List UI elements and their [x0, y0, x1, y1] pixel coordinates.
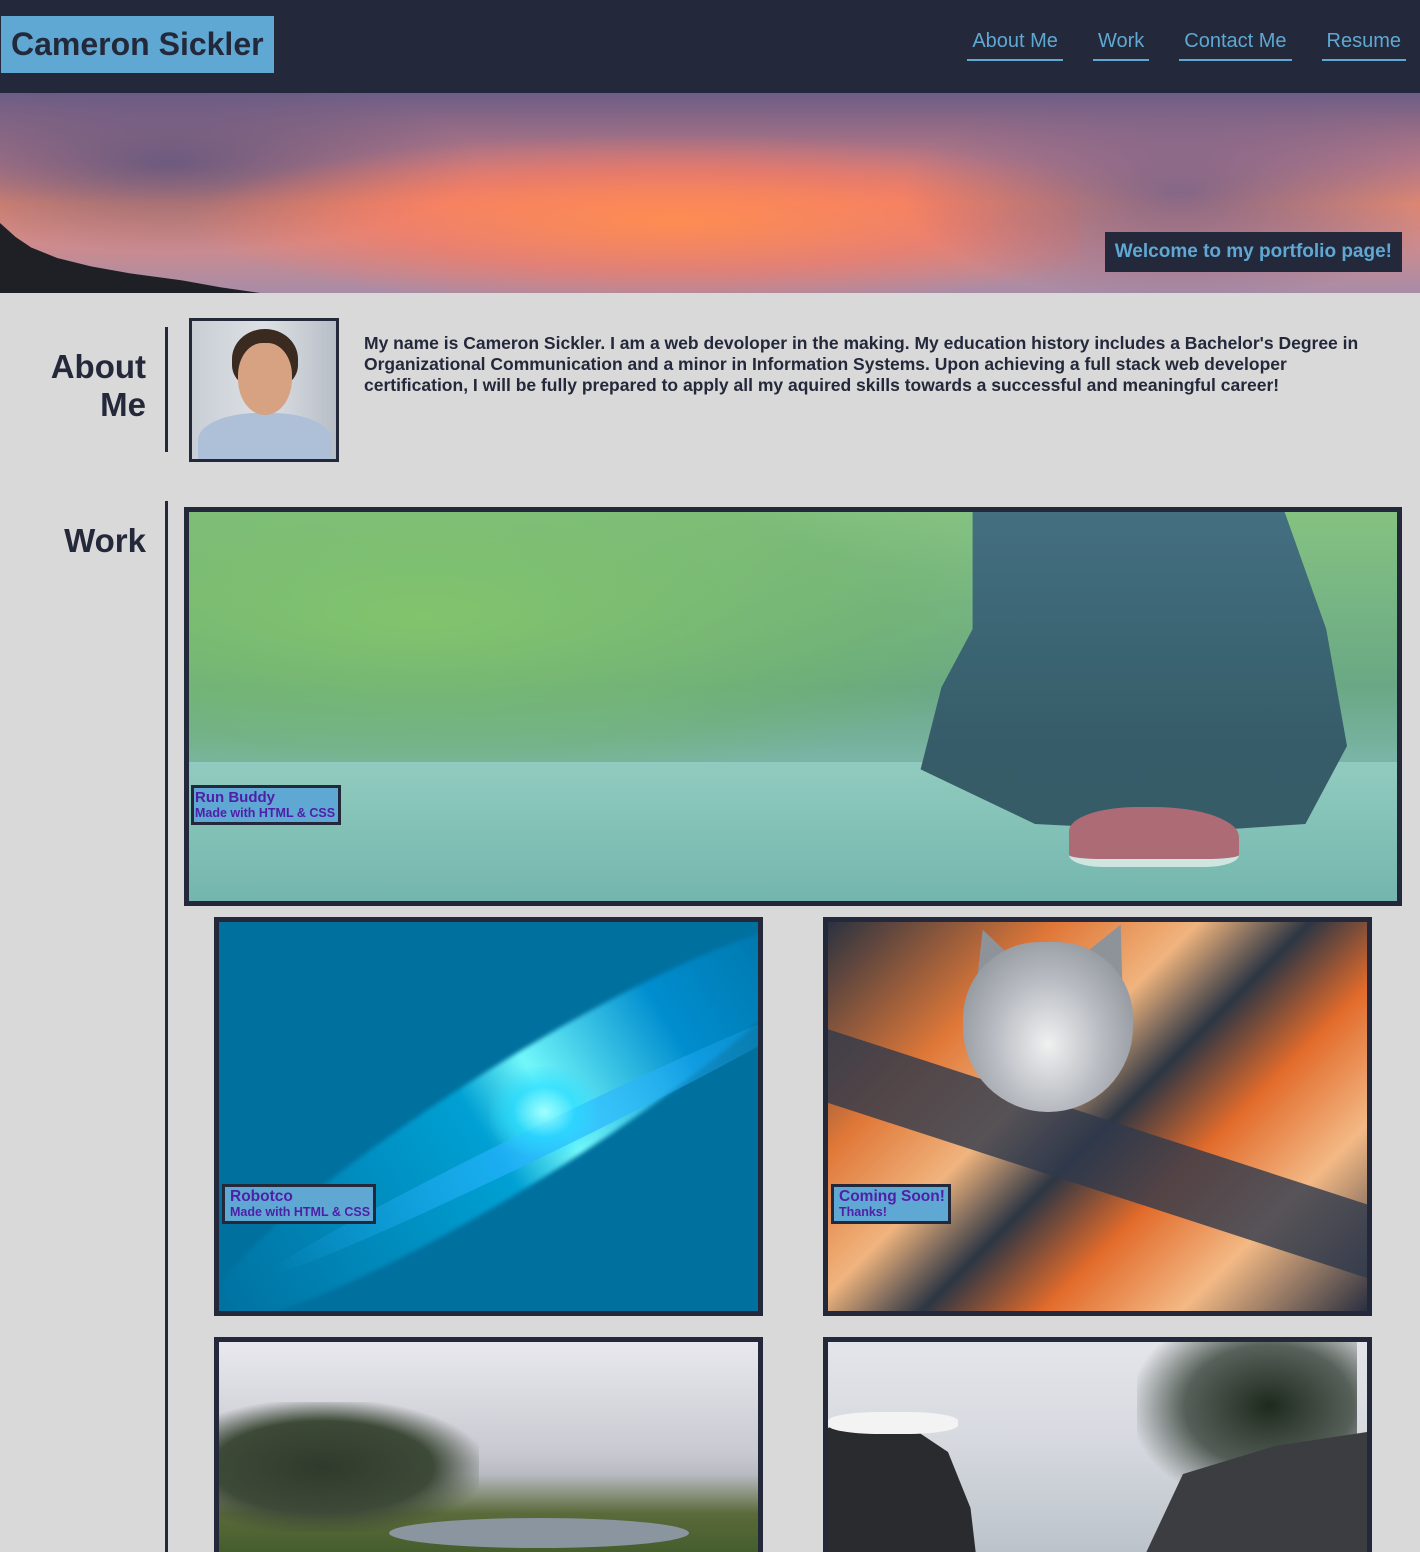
project-subtitle: Made with HTML & CSS [195, 806, 336, 820]
work-heading: Work [64, 522, 146, 559]
site-brand-link[interactable]: Cameron Sickler [1, 16, 274, 73]
project-card-lake[interactable] [823, 1337, 1372, 1552]
project-card-robotco[interactable]: Robotco Made with HTML & CSS [214, 917, 763, 1316]
project-image-robotco [219, 922, 758, 1311]
project-image-landscape [219, 1342, 758, 1552]
project-card-run-buddy[interactable]: Run Buddy Made with HTML & CSS [184, 507, 1402, 906]
project-title: Coming Soon! [839, 1188, 945, 1205]
project-card-coming-soon[interactable]: Coming Soon! Thanks! [823, 917, 1372, 1316]
profile-photo-face [238, 343, 292, 415]
welcome-message: Welcome to my portfolio page! [1104, 232, 1402, 272]
profile-photo [189, 318, 339, 462]
work-divider [165, 501, 168, 1552]
project-subtitle: Made with HTML & CSS [230, 1205, 371, 1219]
project-label-coming-soon[interactable]: Coming Soon! Thanks! [831, 1184, 951, 1224]
hero-banner: Welcome to my portfolio page! [0, 93, 1420, 293]
site-header: Cameron Sickler About Me Work Contact Me… [0, 0, 1420, 93]
about-heading-line2: Me [100, 386, 146, 423]
run-buddy-tint [189, 512, 1397, 901]
nav-link-about-me[interactable]: About Me [967, 28, 1063, 61]
project-image-run-buddy [189, 512, 1397, 901]
about-bio: My name is Cameron Sickler. I am a web d… [364, 333, 1359, 395]
about-heading-line1: About [50, 348, 146, 385]
project-card-landscape[interactable] [214, 1337, 763, 1552]
project-image-lake [828, 1342, 1367, 1552]
profile-photo-shirt [198, 413, 332, 459]
project-title: Robotco [230, 1188, 293, 1205]
nav-link-contact-me[interactable]: Contact Me [1179, 28, 1292, 61]
landscape-trees [219, 1402, 479, 1532]
about-heading: About Me [20, 348, 146, 424]
landscape-water [389, 1518, 689, 1548]
lake-snow [828, 1412, 958, 1434]
main-nav: About Me Work Contact Me Resume [967, 28, 1406, 61]
project-title: Run Buddy [195, 789, 275, 806]
nav-link-resume[interactable]: Resume [1321, 28, 1406, 61]
about-divider [165, 327, 168, 452]
project-label-run-buddy[interactable]: Run Buddy Made with HTML & CSS [191, 785, 342, 825]
project-subtitle: Thanks! [839, 1205, 887, 1219]
nav-link-work[interactable]: Work [1092, 28, 1150, 61]
cat-head [963, 942, 1133, 1112]
robotco-light-core [489, 1067, 599, 1157]
project-image-cat [828, 922, 1367, 1311]
project-label-robotco[interactable]: Robotco Made with HTML & CSS [222, 1184, 377, 1224]
